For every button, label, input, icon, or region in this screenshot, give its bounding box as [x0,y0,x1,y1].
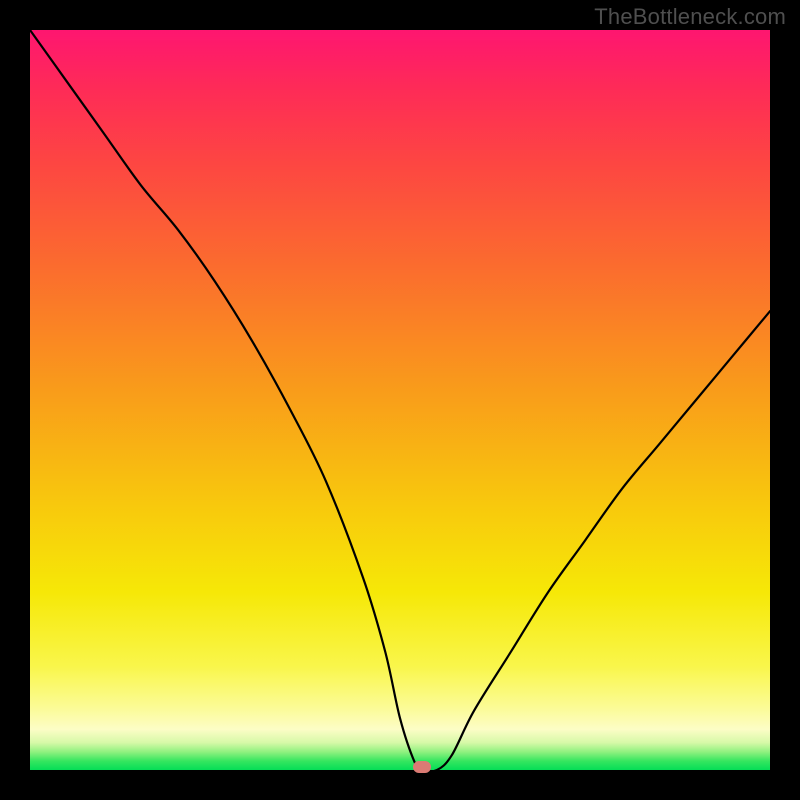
plot-area [30,30,770,770]
bottleneck-curve [30,30,770,771]
valley-marker [413,761,431,773]
curve-svg [30,30,770,770]
chart-frame: TheBottleneck.com [0,0,800,800]
watermark-text: TheBottleneck.com [594,4,786,30]
